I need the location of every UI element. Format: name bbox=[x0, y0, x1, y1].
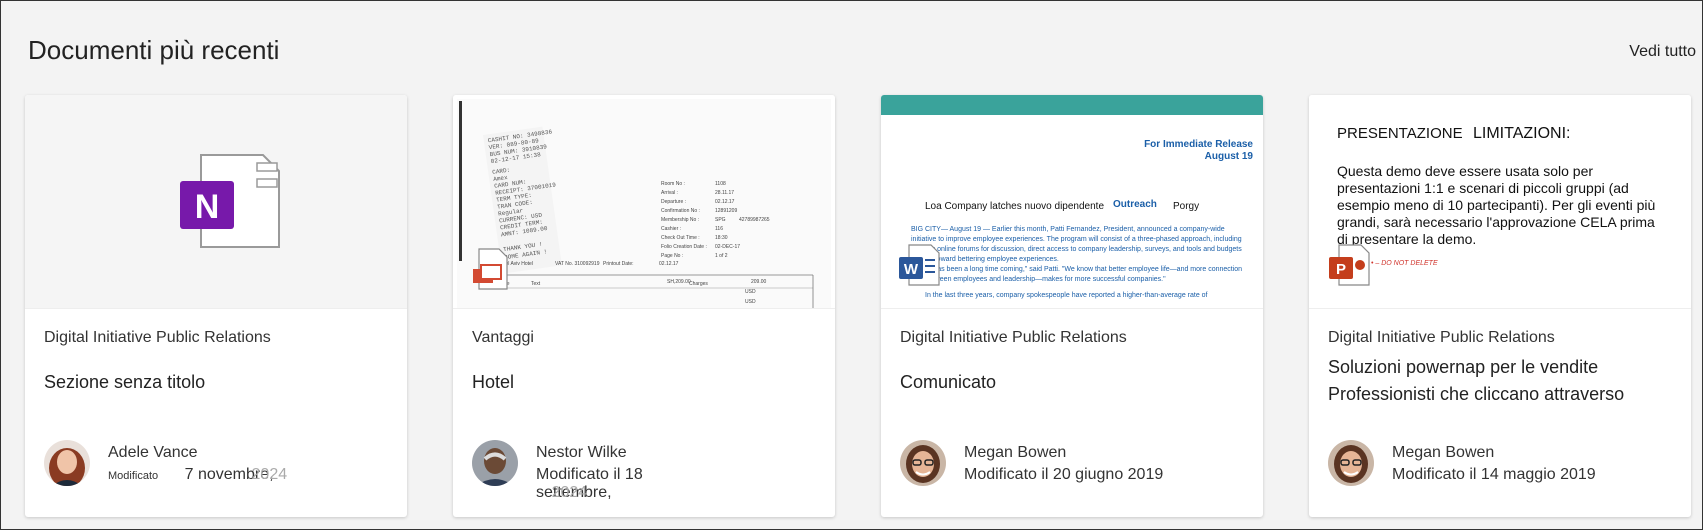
modified-label: Modificato bbox=[108, 470, 159, 482]
card-title[interactable]: Hotel bbox=[472, 367, 822, 397]
receipt-amount: 209.00 bbox=[751, 279, 767, 285]
card-modified: Modificato 7 novembre,2024 bbox=[108, 466, 287, 484]
modified-year: 2024 bbox=[551, 484, 588, 501]
card-author: Nestor Wilke bbox=[536, 444, 627, 461]
card-author: Megan Bowen bbox=[964, 444, 1067, 461]
doc-paragraph: "It has been a long time coming," said P… bbox=[925, 266, 1243, 283]
document-card-onenote[interactable]: N Digital Initiative Public Relations Se… bbox=[25, 95, 407, 517]
see-all-link[interactable]: Vedi tutto bbox=[1629, 43, 1696, 61]
receipt-currency: USD bbox=[745, 299, 756, 305]
slide-tag: • – DO NOT DELETE bbox=[1371, 260, 1438, 267]
doc-paragraph: BIG CITY— August 19 — Earlier this month… bbox=[911, 226, 1242, 263]
receipt-field-value: 02-DEC-17 bbox=[715, 244, 740, 250]
card-modified: Modificato il 20 giugno 2019 bbox=[964, 466, 1164, 483]
card-site: Digital Initiative Public Relations bbox=[44, 329, 271, 346]
receipt-col-charges: Charges bbox=[689, 281, 708, 287]
avatar bbox=[900, 440, 946, 486]
receipt-field-label: Confirmation No : bbox=[661, 208, 700, 214]
receipt-field-label: Page No : bbox=[661, 253, 683, 259]
slide-heading: LIMITAZIONI: bbox=[1473, 125, 1571, 142]
svg-text:W: W bbox=[904, 261, 919, 278]
receipt-field-label: Check Out Time : bbox=[661, 235, 700, 241]
card-modified: Modificato il 18 settembre,2024 bbox=[536, 466, 698, 502]
document-thumbnail: PRESENTAZIONE LIMITAZIONI: Questa demo d… bbox=[1309, 95, 1691, 309]
receipt-field-value: 1108 bbox=[715, 181, 726, 187]
receipt-amount: SH,209.00 bbox=[667, 279, 691, 285]
document-card-hotel[interactable]: CASHIT NO: 3498836 VER: 089-80-89 BUS NU… bbox=[453, 95, 835, 517]
receipt-field-label: Departure : bbox=[661, 199, 686, 205]
doc-porgy: Porgy bbox=[1173, 201, 1200, 212]
receipt-field-value: 116 bbox=[715, 226, 723, 232]
receipt-field-label: Room No : bbox=[661, 181, 685, 187]
receipt-field-value: 02.12.17 bbox=[715, 199, 735, 205]
doc-outreach: Outreach bbox=[1113, 199, 1157, 210]
card-site: Digital Initiative Public Relations bbox=[1328, 329, 1555, 346]
card-title[interactable]: Soluzioni powernap per le vendite Profes… bbox=[1328, 352, 1678, 409]
card-author: Megan Bowen bbox=[1392, 444, 1495, 461]
avatar bbox=[44, 440, 90, 486]
doc-release: For Immediate Release bbox=[1144, 139, 1253, 150]
avatar bbox=[1328, 440, 1374, 486]
document-thumbnail: For Immediate Release August 19 Loa Comp… bbox=[881, 95, 1263, 309]
receipt-field-value: 1 of 2 bbox=[715, 253, 728, 259]
receipt-field-value: 28.11.17 bbox=[715, 190, 734, 196]
section-title: Documenti più recenti bbox=[28, 35, 280, 65]
receipt-field-label: Folio Creation Date : bbox=[661, 244, 707, 250]
word-icon: W bbox=[899, 244, 940, 286]
document-card-press-release[interactable]: For Immediate Release August 19 Loa Comp… bbox=[881, 95, 1263, 517]
card-title[interactable]: Sezione senza titolo bbox=[44, 367, 394, 397]
avatar bbox=[472, 440, 518, 486]
receipt-currency: USD bbox=[745, 289, 756, 295]
card-site: Digital Initiative Public Relations bbox=[900, 329, 1127, 346]
doc-paragraph: In the last three years, company spokesp… bbox=[925, 292, 1208, 299]
receipt-field-value: SPG bbox=[715, 217, 726, 223]
doc-date: August 19 bbox=[1204, 151, 1253, 162]
card-modified: Modificato il 14 maggio 2019 bbox=[1392, 466, 1596, 483]
document-thumbnail: N bbox=[25, 95, 407, 309]
receipt-field-label: Cashier : bbox=[661, 226, 681, 232]
document-card-presentation[interactable]: PRESENTAZIONE LIMITAZIONI: Questa demo d… bbox=[1309, 95, 1691, 517]
receipt-field-label: Membership No : bbox=[661, 217, 699, 223]
document-thumbnail: CASHIT NO: 3498836 VER: 089-80-89 BUS NU… bbox=[453, 95, 835, 309]
slide-heading: PRESENTAZIONE bbox=[1337, 125, 1463, 142]
receipt-field-value: 18:30 bbox=[715, 235, 728, 241]
receipt-extra-value: 42789987265 bbox=[739, 217, 770, 223]
receipt-printout: Printout Date: bbox=[603, 261, 634, 267]
document-file-icon bbox=[473, 248, 508, 290]
slide-body: Questa demo deve essere usata solo per p… bbox=[1337, 163, 1656, 247]
recent-documents-panel: Documenti più recenti Vedi tutto N Digit… bbox=[0, 0, 1703, 530]
powerpoint-icon: P bbox=[1329, 244, 1370, 286]
receipt-field-value: 12891209 bbox=[715, 208, 737, 214]
modified-year: 2024 bbox=[251, 466, 288, 483]
onenote-icon: N bbox=[180, 154, 280, 248]
receipt-printout-date: 02.12.17 bbox=[659, 261, 679, 267]
doc-header-band bbox=[881, 95, 1263, 115]
receipt-field-label: Arrival : bbox=[661, 190, 678, 196]
receipt-col-text: Text bbox=[531, 281, 541, 287]
card-title[interactable]: Comunicato bbox=[900, 367, 1250, 397]
card-author: Adele Vance bbox=[108, 444, 198, 461]
doc-headline: Loa Company latches nuovo dipendente bbox=[925, 201, 1105, 212]
receipt-vat: VAT No. 310092919 bbox=[555, 261, 600, 267]
svg-text:P: P bbox=[1336, 261, 1346, 278]
onenote-letter: N bbox=[195, 188, 220, 226]
card-site: Vantaggi bbox=[472, 329, 534, 346]
